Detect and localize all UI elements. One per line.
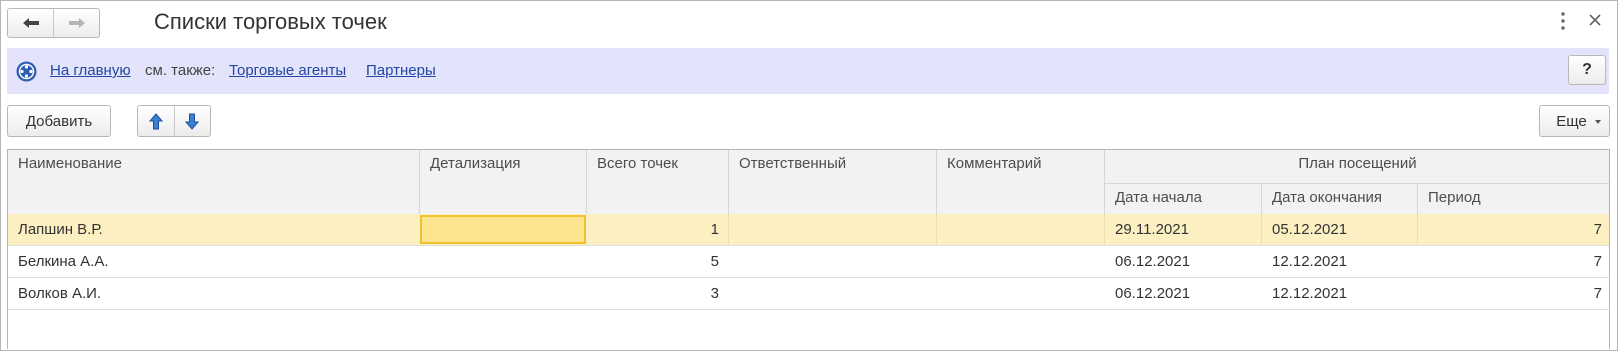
table-row[interactable]: Волков А.И. 3 06.12.2021 12.12.2021 7 [8, 278, 1609, 310]
move-buttons [137, 105, 211, 137]
cell-detail[interactable] [420, 246, 586, 277]
help-button[interactable]: ? [1568, 55, 1606, 85]
arrow-right-icon [68, 18, 85, 28]
cell-total[interactable]: 3 [587, 278, 728, 309]
column-header-period[interactable]: Период [1418, 189, 1481, 206]
column-header-responsible[interactable]: Ответственный [729, 155, 846, 172]
forward-button[interactable] [53, 9, 99, 37]
arrow-up-icon [148, 112, 163, 129]
cell-period[interactable]: 7 [1418, 278, 1609, 309]
cell-responsible[interactable] [729, 246, 936, 277]
column-header-name[interactable]: Наименование [8, 155, 122, 172]
cell-comment[interactable] [937, 246, 1104, 277]
table-header: Наименование Детализация Всего точек Отв… [8, 150, 1609, 221]
app-logo-icon [16, 61, 37, 82]
move-down-button[interactable] [173, 106, 211, 136]
column-header-comment[interactable]: Комментарий [937, 155, 1041, 172]
column-divider [1104, 150, 1105, 220]
info-bar: На главную см. также: Торговые агенты Па… [7, 48, 1609, 94]
cell-comment[interactable] [937, 214, 1104, 245]
column-header-detail[interactable]: Детализация [420, 155, 521, 172]
column-divider [419, 150, 420, 220]
partners-link[interactable]: Партнеры [366, 62, 436, 79]
vertical-dots-icon[interactable] [1561, 11, 1565, 31]
row-divider [728, 214, 729, 245]
cell-name[interactable]: Волков А.И. [8, 278, 419, 309]
cell-total[interactable]: 1 [587, 214, 728, 245]
cell-end-date[interactable]: 05.12.2021 [1262, 214, 1417, 245]
column-header-end-date[interactable]: Дата окончания [1262, 189, 1382, 206]
row-divider [936, 214, 937, 245]
cell-name[interactable]: Лапшин В.Р. [8, 214, 419, 245]
table-row[interactable]: Белкина А.А. 5 06.12.2021 12.12.2021 7 [8, 246, 1609, 278]
points-list-table: Наименование Детализация Всего точек Отв… [7, 149, 1610, 349]
cell-period[interactable]: 7 [1418, 246, 1609, 277]
cell-responsible[interactable] [729, 214, 936, 245]
cell-comment[interactable] [937, 278, 1104, 309]
cell-detail[interactable] [420, 214, 586, 245]
close-icon[interactable] [1588, 13, 1602, 27]
arrow-down-icon [185, 113, 200, 130]
trade-agents-link[interactable]: Торговые агенты [229, 62, 346, 79]
caret-down-icon [1595, 120, 1601, 124]
cell-end-date[interactable]: 12.12.2021 [1262, 246, 1417, 277]
cell-start-date[interactable]: 29.11.2021 [1105, 214, 1261, 245]
row-divider [1417, 214, 1418, 245]
more-actions-label: Еще [1556, 112, 1587, 130]
cell-total[interactable]: 5 [587, 246, 728, 277]
column-group-visit-plan: План посещений [1298, 155, 1417, 172]
cell-responsible[interactable] [729, 278, 936, 309]
cell-end-date[interactable]: 12.12.2021 [1262, 278, 1417, 309]
navigation-buttons [7, 8, 100, 38]
cell-start-date[interactable]: 06.12.2021 [1105, 246, 1261, 277]
cell-start-date[interactable]: 06.12.2021 [1105, 278, 1261, 309]
column-divider [936, 150, 937, 220]
column-divider [586, 150, 587, 220]
move-up-button[interactable] [138, 106, 174, 136]
cell-period[interactable]: 7 [1418, 214, 1609, 245]
row-divider [1261, 214, 1262, 245]
column-header-start-date[interactable]: Дата начала [1105, 189, 1202, 206]
see-also-label: см. также: [145, 62, 216, 79]
arrow-left-icon [22, 18, 39, 28]
more-actions-button[interactable]: Еще [1539, 105, 1610, 137]
column-header-total[interactable]: Всего точек [587, 155, 678, 172]
add-button[interactable]: Добавить [7, 105, 111, 137]
row-divider [1104, 214, 1105, 245]
cell-detail[interactable] [420, 278, 586, 309]
table-row[interactable]: Лапшин В.Р. 1 29.11.2021 05.12.2021 7 [8, 214, 1609, 246]
back-button[interactable] [8, 9, 53, 37]
column-divider [728, 150, 729, 220]
home-link[interactable]: На главную [50, 62, 131, 79]
page-title: Списки торговых точек [154, 9, 387, 34]
cell-name[interactable]: Белкина А.А. [8, 246, 419, 277]
header-divider [1105, 183, 1609, 184]
